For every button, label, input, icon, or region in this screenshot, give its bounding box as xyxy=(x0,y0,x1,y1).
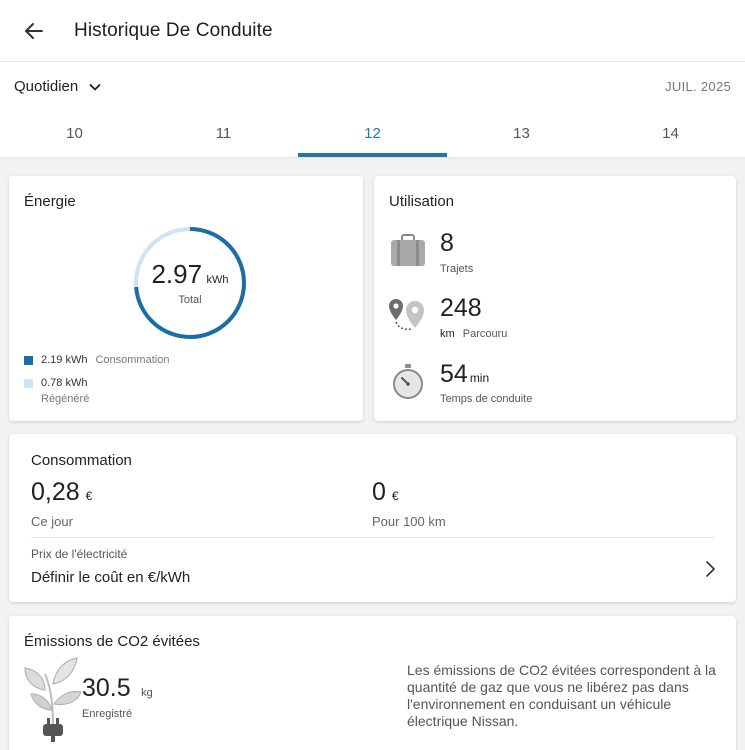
back-arrow-icon[interactable] xyxy=(22,19,46,43)
per100-cost-label: Pour 100 km xyxy=(372,514,446,529)
distance-label: km Parcouru xyxy=(440,328,507,340)
time-unit: min xyxy=(469,371,490,385)
legend-regenerated: 0.78 kWh xyxy=(24,377,87,389)
energy-total-label: Total xyxy=(178,294,202,306)
day-cost-currency: € xyxy=(85,489,93,503)
day-tab-11[interactable]: 11 xyxy=(149,125,298,142)
energy-total-value: 2.97 xyxy=(151,259,203,289)
consumption-label: Consommation xyxy=(95,354,170,366)
trips-label: Trajets xyxy=(440,263,474,275)
co2-label: Enregistré xyxy=(82,708,133,720)
consumption-title: Consommation xyxy=(31,452,132,469)
electricity-price-label: Prix de l'électricité xyxy=(31,547,128,561)
co2-card: Émissions de CO2 évitées 30.5 kg Enregis… xyxy=(9,616,736,750)
regenerated-swatch xyxy=(24,378,33,388)
time-value: 54 xyxy=(440,360,468,388)
day-cost: 0,28 € xyxy=(31,478,92,507)
consumption-swatch xyxy=(24,355,33,365)
distance-value: 248 xyxy=(440,294,482,322)
electricity-price-row[interactable]: Prix de l'électricité Définir le coût en… xyxy=(9,538,736,602)
chevron-down-icon xyxy=(89,83,101,90)
co2-title: Émissions de CO2 évitées xyxy=(24,633,200,650)
day-tab-10[interactable]: 10 xyxy=(0,125,149,142)
trips-value: 8 xyxy=(440,229,454,257)
consumption-card: Consommation 0,28 € Ce jour 0 € Pour 100 k… xyxy=(9,434,736,602)
stopwatch-icon xyxy=(393,364,423,399)
page-title: Historique De Conduite xyxy=(74,20,273,41)
period-dropdown[interactable]: Quotidien xyxy=(14,78,102,95)
usage-card: Utilisation 8 Trajets 248 km Parcouru 54… xyxy=(374,176,736,421)
leaf-plug-icon xyxy=(24,657,82,742)
time-value-row: 54 min xyxy=(440,360,489,389)
regenerated-label: Régénéré xyxy=(41,393,90,405)
consumption-value: 2.19 kWh xyxy=(41,354,88,366)
month-label: JUIL. 2025 xyxy=(665,79,731,94)
chevron-right-icon xyxy=(706,561,715,577)
period-bar: Quotidien JUIL. 2025 10 11 12 13 14 xyxy=(0,62,745,158)
day-tab-13[interactable]: 13 xyxy=(447,125,596,142)
day-tab-14[interactable]: 14 xyxy=(596,125,745,142)
time-label: Temps de conduite xyxy=(440,393,533,405)
co2-value: 30.5 xyxy=(82,674,131,702)
distance-label-text: Parcouru xyxy=(462,328,508,340)
day-tab-12[interactable]: 12 xyxy=(298,125,447,142)
electricity-price-action: Définir le coût en €/kWh xyxy=(31,569,191,586)
co2-description: Les émissions de CO2 évitées corresponde… xyxy=(407,662,716,729)
energy-card: Énergie 2.97 kWh Total 2.19 kWh Consomma… xyxy=(9,176,363,421)
energy-title: Énergie xyxy=(24,193,76,210)
co2-unit: kg xyxy=(141,687,153,699)
distance-unit: km xyxy=(440,328,455,340)
regenerated-value: 0.78 kWh xyxy=(41,377,88,389)
energy-total: 2.97 kWh xyxy=(133,259,247,290)
day-cost-value: 0,28 xyxy=(31,478,80,506)
active-day-indicator xyxy=(298,153,447,157)
co2-amount: 30.5 kg xyxy=(82,674,153,703)
energy-total-unit: kWh xyxy=(206,274,229,286)
usage-title: Utilisation xyxy=(389,193,455,210)
period-dropdown-label: Quotidien xyxy=(14,78,79,95)
per100-cost-value: 0 xyxy=(372,478,386,506)
suitcase-icon xyxy=(391,234,425,266)
app-bar: Historique De Conduite xyxy=(0,0,745,62)
per100-cost-currency: € xyxy=(391,489,399,503)
per100-cost: 0 € xyxy=(372,478,399,507)
legend-consumption: 2.19 kWh Consommation xyxy=(24,354,169,366)
day-cost-label: Ce jour xyxy=(31,514,73,529)
route-pins-icon xyxy=(389,299,424,330)
